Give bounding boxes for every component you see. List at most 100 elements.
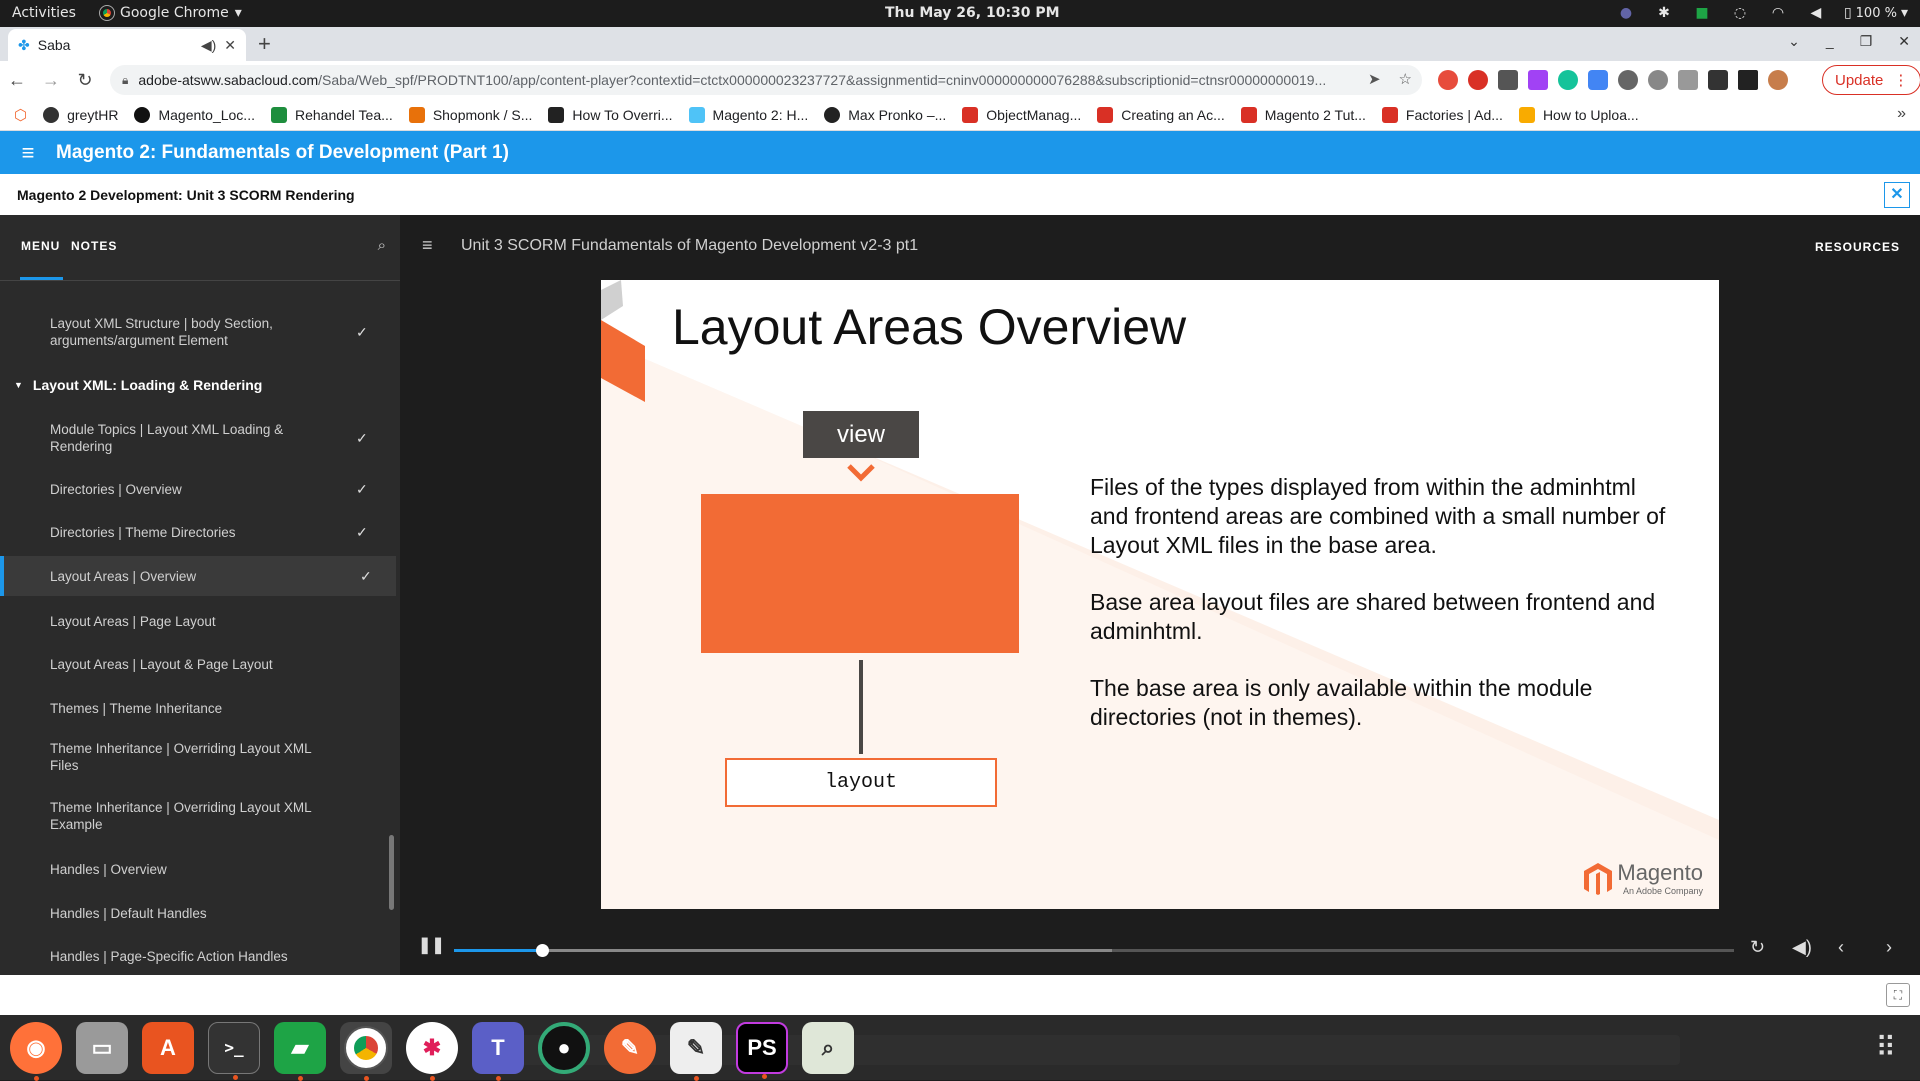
- tab-close-icon[interactable]: ✕: [224, 37, 236, 54]
- close-player-button[interactable]: ✕: [1884, 182, 1910, 208]
- extensions-area: [1438, 70, 1788, 90]
- wifi-icon[interactable]: ◠: [1768, 3, 1788, 23]
- bookmark-item[interactable]: How To Overri...: [548, 106, 673, 123]
- search-icon[interactable]: ⌕: [378, 237, 386, 254]
- bookmark-item[interactable]: Max Pronko –...: [824, 106, 946, 123]
- send-tab-icon[interactable]: ➤: [1368, 70, 1381, 88]
- next-slide-icon[interactable]: ›: [1886, 937, 1892, 958]
- extension-icon-3[interactable]: [1498, 70, 1518, 90]
- seek-thumb[interactable]: [536, 944, 550, 957]
- resources-button[interactable]: RESOURCES: [1815, 240, 1900, 254]
- seek-bar[interactable]: [454, 944, 1734, 957]
- settings-ext-icon[interactable]: [1648, 70, 1668, 90]
- menu-item[interactable]: Theme Inheritance | Overriding Layout XM…: [0, 737, 396, 777]
- show-applications-icon[interactable]: ⠿: [1875, 1031, 1896, 1064]
- menu-item[interactable]: Handles | Page-Specific Action Handles: [0, 939, 396, 973]
- back-icon[interactable]: ←: [0, 70, 34, 91]
- menu-item[interactable]: Layout Areas | Layout & Page Layout: [0, 647, 396, 681]
- teams-icon[interactable]: T: [472, 1021, 524, 1081]
- menu-item[interactable]: Layout XML Structure | body Section, arg…: [0, 312, 396, 352]
- slack-icon[interactable]: ✱: [406, 1021, 458, 1081]
- extension-icon-6[interactable]: [1588, 70, 1608, 90]
- app-menu[interactable]: Google Chrome ▾: [99, 5, 242, 21]
- menu-item[interactable]: Layout Areas | Page Layout: [0, 604, 396, 638]
- phpstorm-icon[interactable]: PS: [736, 1021, 788, 1079]
- reload-icon[interactable]: ↻: [68, 70, 102, 91]
- terminal-icon[interactable]: >_: [208, 1021, 260, 1080]
- bookmark-item[interactable]: greytHR: [43, 106, 118, 123]
- bookmark-item[interactable]: ObjectManag...: [962, 106, 1081, 123]
- restore-icon[interactable]: ❐: [1860, 33, 1873, 50]
- bookmark-star-icon[interactable]: ☆: [1399, 70, 1412, 88]
- menu-item[interactable]: Theme Inheritance | Overriding Layout XM…: [0, 796, 396, 836]
- chat-tray-icon[interactable]: ■: [1692, 3, 1712, 23]
- menu-item[interactable]: Themes | Theme Inheritance: [0, 691, 396, 725]
- chat-app-icon[interactable]: ▰: [274, 1021, 326, 1081]
- close-window-icon[interactable]: ✕: [1898, 33, 1910, 50]
- bookmark-item[interactable]: Magento 2 Tut...: [1240, 106, 1366, 123]
- clock[interactable]: Thu May 26, 10:30 PM: [885, 5, 1060, 21]
- bookmark-item[interactable]: Factories | Ad...: [1381, 106, 1503, 123]
- puzzle-icon[interactable]: [1708, 70, 1728, 90]
- tab-menu[interactable]: MENU: [21, 239, 60, 253]
- update-label: Update: [1835, 71, 1884, 89]
- previous-slide-icon[interactable]: ‹: [1838, 937, 1844, 958]
- bookmark-item[interactable]: Shopmonk / S...: [408, 106, 532, 123]
- slack-tray-icon[interactable]: ✱: [1654, 3, 1674, 23]
- grammarly-icon[interactable]: [1558, 70, 1578, 90]
- menu-item[interactable]: Directories | Overview ✓: [0, 472, 396, 506]
- activities-button[interactable]: Activities: [12, 5, 76, 21]
- text-editor-icon[interactable]: ✎: [670, 1021, 722, 1081]
- tab-audio-icon[interactable]: ◀): [201, 37, 216, 54]
- forward-icon[interactable]: →: [34, 70, 68, 91]
- bookmark-item[interactable]: Rehandel Tea...: [270, 106, 393, 123]
- kebab-menu-icon[interactable]: ⋮: [1893, 71, 1908, 89]
- volume-icon[interactable]: ◀): [1792, 937, 1812, 958]
- teams-tray-icon[interactable]: ●: [1616, 3, 1636, 23]
- menu-section-header[interactable]: ▼ Layout XML: Loading & Rendering: [14, 377, 262, 393]
- bookmark-item[interactable]: Magento 2: H...: [688, 106, 808, 123]
- volume-icon[interactable]: ◀: [1806, 3, 1826, 23]
- bookmark-item[interactable]: Creating an Ac...: [1097, 106, 1225, 123]
- menu-item[interactable]: Handles | Default Handles: [0, 896, 396, 930]
- drawing-app-icon[interactable]: ✎: [604, 1021, 656, 1074]
- profile-avatar[interactable]: [1768, 70, 1788, 90]
- menu-item[interactable]: Directories | Theme Directories ✓: [0, 515, 396, 549]
- player-title: Unit 3 SCORM Fundamentals of Magento Dev…: [461, 237, 919, 254]
- extension-icon-9[interactable]: [1678, 70, 1698, 90]
- lock-icon[interactable]: 🔒︎: [122, 73, 128, 88]
- bookmark-item[interactable]: How to Uploa...: [1518, 106, 1639, 123]
- fullscreen-icon[interactable]: ⛶: [1886, 983, 1910, 1007]
- menu-item[interactable]: Handles | Overview: [0, 852, 396, 886]
- software-center-icon[interactable]: A: [142, 1021, 194, 1074]
- replay-icon[interactable]: ↻: [1750, 937, 1765, 958]
- sidebar-scrollbar[interactable]: [389, 835, 394, 910]
- pause-icon[interactable]: ❚❚: [418, 935, 445, 955]
- side-panel-icon[interactable]: [1738, 70, 1758, 90]
- sync-tray-icon[interactable]: ◌: [1730, 3, 1750, 23]
- bookmarks-overflow-icon[interactable]: »: [1897, 105, 1906, 123]
- minimize-icon[interactable]: _: [1826, 33, 1834, 50]
- files-icon[interactable]: ▭: [76, 1021, 128, 1074]
- tab-search-icon[interactable]: ⌄: [1788, 33, 1800, 50]
- magento-bookmark-icon[interactable]: ⬡: [14, 106, 27, 124]
- menu-item[interactable]: Module Topics | Layout XML Loading & Ren…: [0, 418, 396, 458]
- update-button[interactable]: Update ⋮: [1822, 65, 1920, 95]
- chrome-icon[interactable]: [340, 1021, 392, 1081]
- player-menu-icon[interactable]: ≡: [422, 235, 433, 256]
- new-tab-button[interactable]: +: [258, 31, 271, 57]
- battery-status[interactable]: ▯ 100 % ▾: [1844, 5, 1908, 21]
- address-bar[interactable]: 🔒︎ adobe-atsww.sabacloud.com /Saba/Web_s…: [110, 65, 1422, 95]
- hamburger-menu-icon[interactable]: ≡: [0, 140, 56, 166]
- extension-icon-4[interactable]: [1528, 70, 1548, 90]
- extension-icon-7[interactable]: [1618, 70, 1638, 90]
- extension-icon-1[interactable]: [1438, 70, 1458, 90]
- tab-notes[interactable]: NOTES: [71, 239, 117, 253]
- browser-tab-saba[interactable]: ✤ Saba ◀) ✕: [8, 29, 246, 61]
- menu-item-active[interactable]: Layout Areas | Overview ✓: [0, 556, 396, 596]
- image-viewer-icon[interactable]: ⌕: [802, 1021, 854, 1074]
- bookmark-item[interactable]: Magento_Loc...: [134, 106, 255, 123]
- firefox-icon[interactable]: ◉: [10, 1021, 62, 1081]
- camera-icon[interactable]: ●: [538, 1021, 590, 1074]
- adblock-icon[interactable]: [1468, 70, 1488, 90]
